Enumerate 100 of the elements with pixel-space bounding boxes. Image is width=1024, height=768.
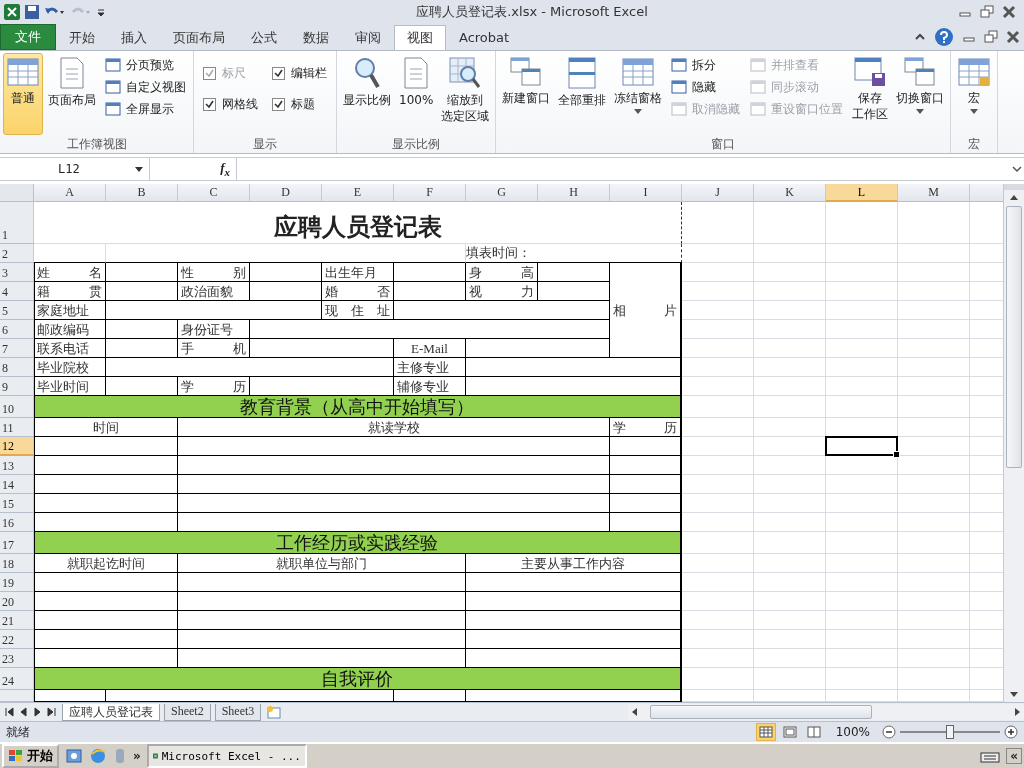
ribbon-button[interactable]: 全部重排 — [555, 52, 610, 136]
column-header[interactable]: M — [898, 184, 970, 203]
status-text: 就绪 — [6, 723, 30, 741]
ribbon-tab[interactable]: 公式 — [238, 24, 290, 50]
split-handle[interactable] — [1004, 184, 1024, 191]
row-header[interactable]: 20 — [0, 592, 34, 612]
row-header[interactable]: 23 — [0, 649, 34, 669]
ribbon-checkbox[interactable]: 标题 — [272, 95, 327, 113]
ribbon-button[interactable]: 新建窗口 — [499, 52, 554, 136]
sheet-tab[interactable]: 应聘人员登记表 — [62, 703, 160, 721]
view-button[interactable] — [755, 723, 776, 742]
column-header[interactable]: L — [826, 184, 898, 203]
restore-icon[interactable] — [984, 29, 998, 44]
ribbon-button[interactable]: 缩放到 选定区域 — [438, 52, 493, 136]
ribbon-button[interactable]: 自定义视图 — [101, 78, 190, 96]
column-header[interactable]: K — [754, 184, 826, 203]
row-header[interactable]: 9 — [0, 377, 34, 397]
row-header[interactable]: 15 — [0, 494, 34, 514]
zoom-level[interactable]: 100% — [835, 725, 870, 740]
desktop-icon[interactable] — [65, 747, 83, 765]
row-header[interactable]: 6 — [0, 320, 34, 340]
column-header[interactable]: A — [34, 184, 106, 203]
ribbon-tab[interactable]: 数据 — [290, 24, 342, 50]
start-button[interactable]: 开始 — [2, 744, 59, 768]
row-header[interactable]: 24 — [0, 668, 34, 691]
row-header[interactable]: 22 — [0, 630, 34, 650]
horizontal-scrollbar[interactable] — [628, 704, 1024, 721]
sheet-tab[interactable]: Sheet3 — [214, 703, 262, 721]
row-header[interactable]: 3 — [0, 263, 34, 283]
row-header[interactable]: 7 — [0, 339, 34, 359]
ribbon-button[interactable]: 切换窗口 — [893, 52, 948, 136]
ribbon-tab[interactable]: 审阅 — [342, 24, 394, 50]
save-icon[interactable] — [24, 3, 40, 20]
spreadsheet-icon — [7, 56, 39, 87]
row-header[interactable]: 21 — [0, 611, 34, 631]
ribbon-button[interactable]: 全屏显示 — [101, 100, 190, 118]
table-cell — [898, 494, 970, 514]
row-header[interactable]: 2 — [0, 244, 34, 264]
ribbon-button[interactable]: 冻结窗格 — [611, 52, 666, 136]
ribbon-tab[interactable]: 视图 — [394, 24, 446, 50]
sheet-navigation-icon[interactable] — [4, 706, 58, 719]
ribbon-button[interactable]: 分页预览 — [101, 56, 190, 74]
selected-cell[interactable] — [825, 436, 898, 457]
table-cell — [394, 263, 466, 283]
ribbon-button[interactable]: 页面布局 — [45, 52, 99, 136]
row-header[interactable]: 16 — [0, 513, 34, 533]
column-header[interactable]: I — [610, 184, 682, 203]
row-header[interactable]: 14 — [0, 475, 34, 495]
ribbon-button[interactable]: 拆分 — [667, 56, 745, 74]
close-icon[interactable] — [1002, 4, 1016, 19]
restore-icon[interactable] — [980, 4, 994, 19]
keyboard-icon[interactable] — [980, 749, 1001, 763]
column-header[interactable]: C — [178, 184, 250, 203]
row-header[interactable]: 4 — [0, 282, 34, 302]
help-icon[interactable] — [934, 26, 954, 47]
ribbon-tab[interactable]: Acrobat — [446, 24, 523, 50]
row-header[interactable]: 5 — [0, 301, 34, 321]
browser-icon[interactable] — [89, 747, 107, 765]
sheet-tab[interactable]: Sheet2 — [164, 703, 211, 721]
ribbon-checkbox[interactable]: 网格线 — [203, 95, 258, 113]
table-cell — [682, 573, 754, 593]
insert-function-button[interactable]: f$_{x}$ — [220, 160, 230, 179]
scroll-thumb[interactable] — [650, 705, 872, 720]
quick-launch-overflow[interactable]: » — [133, 749, 141, 763]
row-header[interactable]: 10 — [0, 396, 34, 419]
row-header[interactable]: 11 — [0, 418, 34, 438]
column-header[interactable]: H — [538, 184, 610, 203]
close-icon[interactable] — [1006, 29, 1020, 44]
ribbon-tab[interactable]: 插入 — [108, 24, 160, 50]
ribbon-button[interactable]: 显示比例 — [340, 52, 394, 136]
ribbon-button[interactable]: 保存 工作区 — [849, 52, 892, 136]
row-header[interactable]: 18 — [0, 554, 34, 574]
tray-toggle[interactable]: « — [1006, 748, 1022, 764]
column-header[interactable]: B — [106, 184, 178, 203]
row-header[interactable]: 1 — [0, 202, 34, 245]
ribbon-button[interactable]: 宏 — [954, 52, 995, 136]
row-header[interactable]: 8 — [0, 358, 34, 378]
grid-icon — [758, 726, 773, 739]
zoom-out-icon[interactable] — [882, 725, 896, 740]
column-header[interactable]: J — [682, 184, 754, 203]
ribbon-button[interactable]: 普通 — [3, 52, 43, 136]
column-header[interactable]: F — [394, 184, 466, 203]
row-header[interactable]: 12 — [0, 437, 34, 457]
zoom-in-icon[interactable] — [1004, 725, 1018, 740]
ribbon-button[interactable]: 隐藏 — [667, 78, 745, 96]
file-tab[interactable]: 文件 — [0, 23, 56, 50]
taskbar-button[interactable]: Microsoft Excel - ... — [146, 744, 307, 768]
ribbon-checkbox[interactable]: 编辑栏 — [272, 64, 327, 82]
row-header[interactable]: 17 — [0, 532, 34, 555]
column-header[interactable]: E — [322, 184, 394, 203]
table-cell — [826, 532, 898, 555]
column-header[interactable]: D — [250, 184, 322, 203]
ribbon-tab[interactable]: 页面布局 — [160, 24, 238, 50]
row-header[interactable]: 19 — [0, 573, 34, 593]
column-header[interactable]: G — [466, 184, 538, 203]
ribbon-button[interactable]: 100% — [396, 52, 437, 136]
row-header[interactable]: 13 — [0, 456, 34, 476]
name-box[interactable]: L12 — [0, 158, 150, 181]
ribbon-tab[interactable]: 开始 — [56, 24, 108, 50]
scroll-thumb[interactable] — [1006, 206, 1022, 469]
